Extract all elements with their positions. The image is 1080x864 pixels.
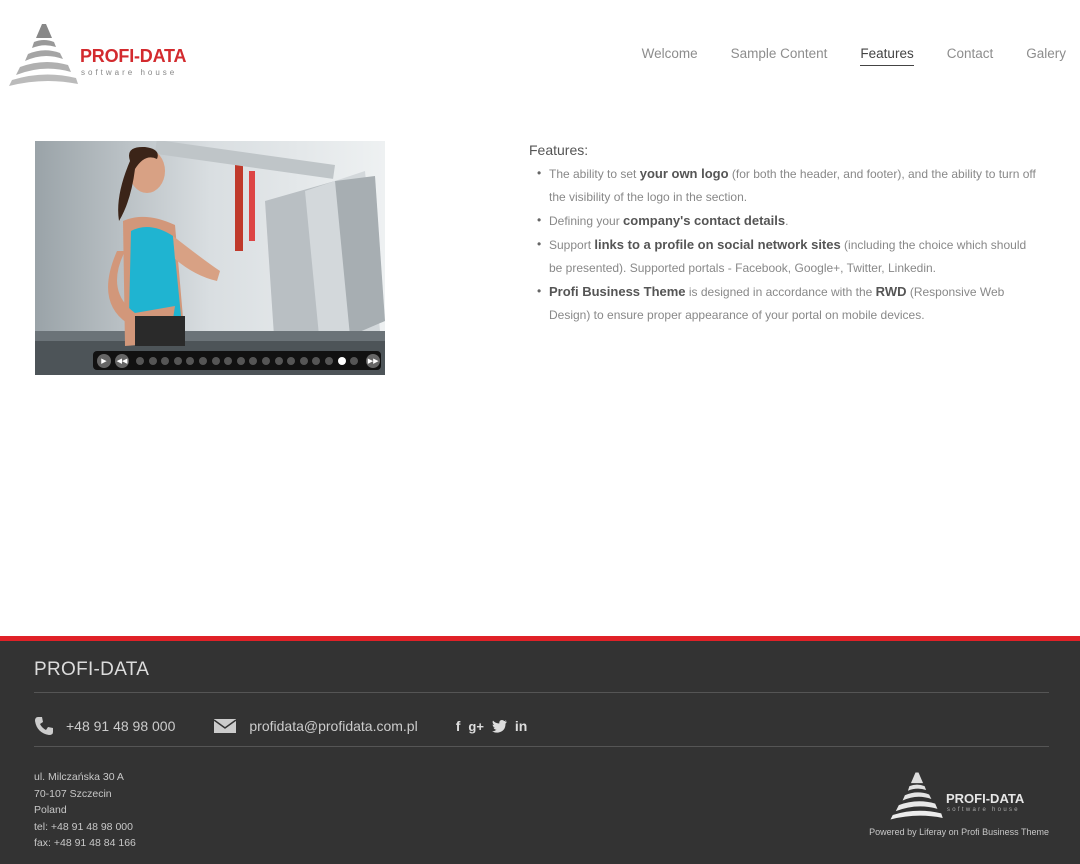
- phone-icon: [35, 717, 53, 735]
- logo-title: PROFI-DATA: [80, 46, 187, 66]
- nav-galery[interactable]: Galery: [1026, 46, 1066, 66]
- slide-dot[interactable]: [211, 356, 220, 365]
- social-links: f g+ in: [456, 718, 528, 734]
- footer-divider: [34, 692, 1049, 693]
- site-header: PROFI-DATA software house Welcome Sample…: [0, 0, 1080, 110]
- slide-dot[interactable]: [274, 356, 283, 365]
- slide-dot[interactable]: [173, 356, 182, 365]
- features-heading: Features:: [529, 142, 589, 158]
- image-slider[interactable]: ▶ ◀◀ ▶▶: [35, 141, 385, 375]
- slide-dot[interactable]: [249, 356, 258, 365]
- feature-bold: RWD: [875, 284, 907, 299]
- footer-address: ul. Milczańska 30 A 70-107 Szczecin Pola…: [34, 769, 136, 852]
- slide-dot[interactable]: [148, 356, 157, 365]
- feature-text: .: [785, 214, 789, 228]
- mail-icon: [213, 719, 237, 733]
- play-icon[interactable]: ▶: [97, 353, 111, 368]
- slide-dot[interactable]: [299, 356, 308, 365]
- slide-dot[interactable]: [350, 356, 359, 365]
- address-street: ul. Milczańska 30 A: [34, 771, 124, 783]
- slide-dot[interactable]: [136, 356, 144, 365]
- footer-email: profidata@profidata.com.pl: [213, 718, 418, 734]
- features-section: Features: The ability to set your own lo…: [529, 142, 1039, 327]
- slide-dot[interactable]: [198, 356, 207, 365]
- slider-controls: ▶ ◀◀ ▶▶: [93, 351, 381, 370]
- footer-divider: [34, 746, 1049, 747]
- twitter-icon[interactable]: [491, 719, 507, 733]
- features-list: The ability to set your own logo (for bo…: [529, 162, 1039, 327]
- site-footer: PROFI-DATA +48 91 48 98 000 profidata@pr…: [0, 636, 1080, 864]
- feature-item-rwd: Profi Business Theme is designed in acco…: [537, 280, 1039, 327]
- slide-dot[interactable]: [324, 356, 333, 365]
- footer-logo[interactable]: PROFI-DATA software house: [889, 771, 1049, 831]
- footer-phone: +48 91 48 98 000: [34, 716, 175, 736]
- logo-mark-icon: [890, 772, 943, 820]
- logo-subtitle: software house: [81, 68, 178, 77]
- slide-dot[interactable]: [161, 356, 170, 365]
- fast-forward-icon[interactable]: ▶▶: [366, 353, 381, 368]
- address-country: Poland: [34, 804, 67, 816]
- feature-bold: Profi Business Theme: [549, 284, 686, 299]
- footer-phone-text: +48 91 48 98 000: [66, 718, 176, 734]
- slide-image: [35, 141, 385, 375]
- footer-email-link[interactable]: profidata@profidata.com.pl: [249, 718, 417, 734]
- feature-text: Defining your: [549, 214, 624, 228]
- nav-sample-content[interactable]: Sample Content: [731, 46, 828, 66]
- powered-by-text: Powered by Liferay on Profi Business The…: [869, 827, 1049, 837]
- feature-item-contact: Defining your company's contact details.: [537, 209, 1039, 233]
- rewind-icon[interactable]: ◀◀: [115, 353, 129, 368]
- feature-text: Support: [549, 238, 595, 252]
- slide-dot[interactable]: [312, 356, 321, 365]
- slide-dot-active[interactable]: [337, 356, 346, 365]
- nav-welcome[interactable]: Welcome: [642, 46, 698, 66]
- slide-dot[interactable]: [261, 356, 270, 365]
- address-fax: fax: +48 91 48 84 166: [34, 837, 136, 849]
- slide-dot[interactable]: [236, 356, 245, 365]
- feature-text: is designed in accordance with the: [685, 285, 876, 299]
- slide-dot[interactable]: [186, 356, 195, 365]
- linkedin-icon[interactable]: in: [515, 718, 527, 734]
- nav-contact[interactable]: Contact: [947, 46, 994, 66]
- footer-logo-subtitle: software house: [947, 807, 1020, 813]
- feature-bold: company's contact details: [623, 213, 786, 228]
- address-city: 70-107 Szczecin: [34, 787, 112, 800]
- site-logo[interactable]: PROFI-DATA software house: [8, 22, 203, 88]
- feature-text: The ability to set: [549, 167, 640, 181]
- footer-logo-title: PROFI-DATA: [946, 791, 1025, 806]
- address-tel: tel: +48 91 48 98 000: [34, 820, 133, 833]
- feature-item-social: Support links to a profile on social net…: [537, 233, 1039, 280]
- nav-features[interactable]: Features: [860, 46, 914, 66]
- footer-contact-row: +48 91 48 98 000 profidata@profidata.com…: [34, 711, 527, 741]
- feature-item-logo: The ability to set your own logo (for bo…: [537, 162, 1039, 209]
- google-plus-icon[interactable]: g+: [468, 719, 484, 734]
- facebook-icon[interactable]: f: [456, 718, 461, 734]
- feature-bold: your own logo: [639, 166, 729, 181]
- footer-title: PROFI-DATA: [34, 659, 150, 680]
- slide-dots: [136, 356, 359, 365]
- slide-dot[interactable]: [287, 356, 296, 365]
- logo-mark-icon: [9, 24, 78, 86]
- main-nav: Welcome Sample Content Features Contact …: [642, 46, 1066, 66]
- slide-dot[interactable]: [224, 356, 233, 365]
- feature-bold: links to a profile on social network sit…: [594, 237, 841, 252]
